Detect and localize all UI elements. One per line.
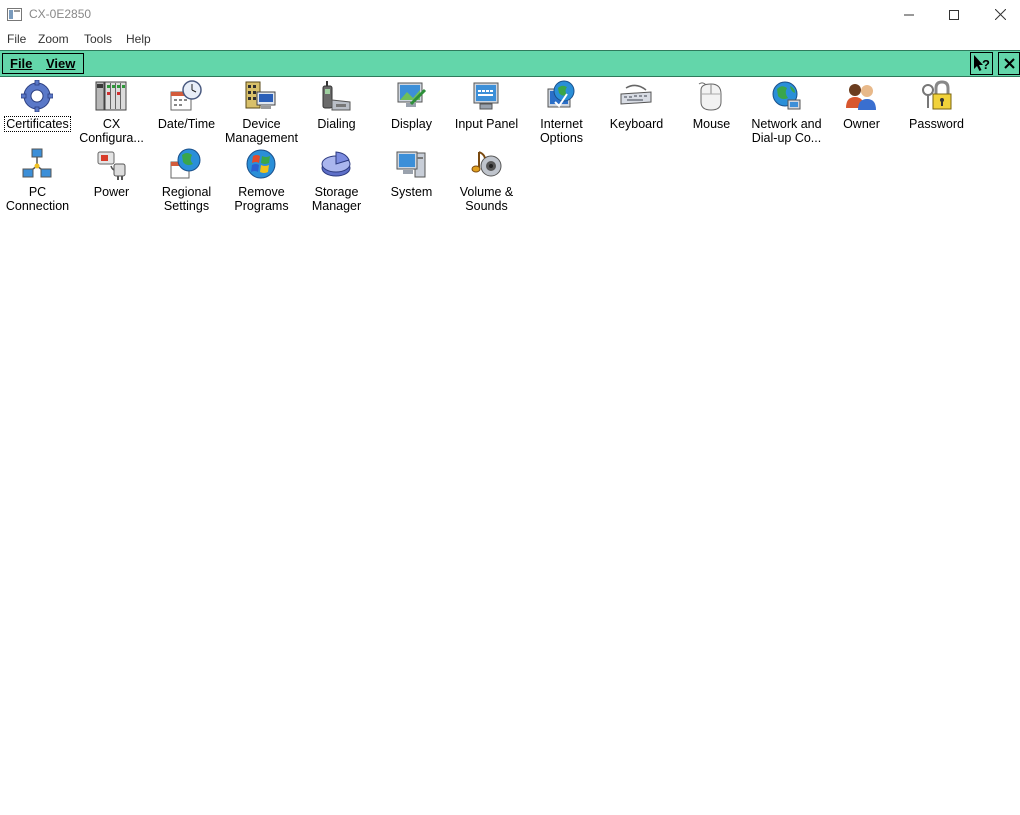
calendar-clock-icon (170, 80, 202, 111)
speaker-note-icon (471, 151, 502, 177)
cpl-power[interactable]: Power (74, 146, 149, 214)
cpl-internet-options[interactable]: Internet Options (524, 78, 599, 146)
cpl-label: Display (391, 117, 432, 131)
cx-module-icon (95, 81, 127, 111)
help-pointer-icon: ? (974, 55, 990, 72)
input-panel-icon (473, 82, 499, 110)
cpl-label: Volume & Sounds (459, 185, 514, 213)
pie-disk-icon (321, 151, 351, 177)
cpl-display[interactable]: Display (374, 78, 449, 146)
phone-icon (322, 81, 351, 111)
device-menu-view[interactable]: View (46, 56, 75, 71)
close-icon (1003, 58, 1015, 69)
cpl-label: Owner (843, 117, 880, 131)
menu-help[interactable]: Help (126, 32, 151, 46)
maximize-button[interactable] (931, 0, 977, 29)
cpl-input-panel[interactable]: Input Panel (449, 78, 524, 146)
cpl-label: Input Panel (454, 117, 519, 131)
cpl-label: Password (909, 117, 964, 131)
close-icon (994, 9, 1006, 20)
cpl-label: Storage Manager (311, 185, 362, 213)
cpl-owner[interactable]: Owner (824, 78, 899, 146)
cpl-mouse[interactable]: Mouse (674, 78, 749, 146)
cpl-date-time[interactable]: Date/Time (149, 78, 224, 146)
cpl-volume-sounds[interactable]: Volume & Sounds (449, 146, 524, 214)
device-command-bar: File View ? (0, 50, 1020, 77)
close-button[interactable] (977, 0, 1020, 29)
maximize-icon (949, 9, 959, 20)
users-icon (846, 84, 876, 110)
cpl-regional-settings[interactable]: Regional Settings (149, 146, 224, 214)
cpl-label: System (390, 185, 433, 199)
host-menu-bar: File Zoom Tools Help (0, 29, 1020, 50)
cpl-storage-manager[interactable]: Storage Manager (299, 146, 374, 214)
cpl-label: PC Connection (5, 185, 70, 213)
menu-file[interactable]: File (7, 32, 26, 46)
lock-keys-icon (922, 80, 952, 110)
cpl-label: Internet Options (539, 117, 584, 145)
cpl-label: Certificates (4, 116, 71, 132)
regional-globe-icon (170, 148, 201, 179)
cpl-label: Keyboard (609, 117, 664, 131)
cpl-device-management[interactable]: Device Management (224, 78, 299, 146)
mouse-icon (698, 82, 722, 111)
menu-tools[interactable]: Tools (84, 32, 112, 46)
cpl-label: Mouse (692, 117, 731, 131)
cpl-remove-programs[interactable]: Remove Programs (224, 146, 299, 214)
menu-zoom[interactable]: Zoom (38, 32, 69, 46)
cpl-label: Network and Dial-up Co... (751, 117, 822, 145)
computer-icon (396, 151, 426, 178)
device-close-button[interactable] (998, 52, 1020, 75)
globe-monitor-icon (547, 80, 575, 108)
gear-icon (21, 80, 53, 112)
cpl-system[interactable]: System (374, 146, 449, 214)
keyboard-icon (620, 84, 652, 105)
minimize-icon (904, 14, 914, 15)
cpl-label: Device Management (225, 117, 298, 145)
cpl-dialing[interactable]: Dialing (299, 78, 374, 146)
cpl-network-dialup[interactable]: Network and Dial-up Co... (749, 78, 824, 146)
cpl-label: Power (93, 185, 130, 199)
cpl-label: Dialing (317, 117, 356, 131)
app-icon (7, 8, 22, 21)
cpl-cx-configuration[interactable]: CX Configura... (74, 78, 149, 146)
cpl-pc-connection[interactable]: PC Connection (0, 146, 75, 214)
cpl-keyboard[interactable]: Keyboard (599, 78, 674, 146)
cpl-label: CX Configura... (79, 117, 144, 145)
cpl-certificates[interactable]: Certificates (0, 78, 75, 146)
device-management-icon (245, 81, 276, 109)
network-globe-icon (772, 81, 801, 110)
cpl-label: Remove Programs (234, 185, 289, 213)
device-menu: File View (2, 53, 84, 74)
minimize-button[interactable] (886, 0, 932, 29)
cpl-label: Regional Settings (161, 185, 212, 213)
display-icon (397, 82, 427, 107)
power-plug-icon (97, 151, 126, 180)
windows-logo-icon (246, 149, 276, 179)
cpl-label: Date/Time (157, 117, 216, 131)
svg-text:?: ? (982, 57, 990, 72)
pc-connection-icon (22, 148, 52, 178)
device-menu-file[interactable]: File (10, 56, 32, 71)
title-bar: CX-0E2850 (0, 0, 1020, 29)
help-button[interactable]: ? (970, 52, 993, 75)
window-title: CX-0E2850 (29, 7, 92, 21)
cpl-password[interactable]: Password (899, 78, 974, 146)
